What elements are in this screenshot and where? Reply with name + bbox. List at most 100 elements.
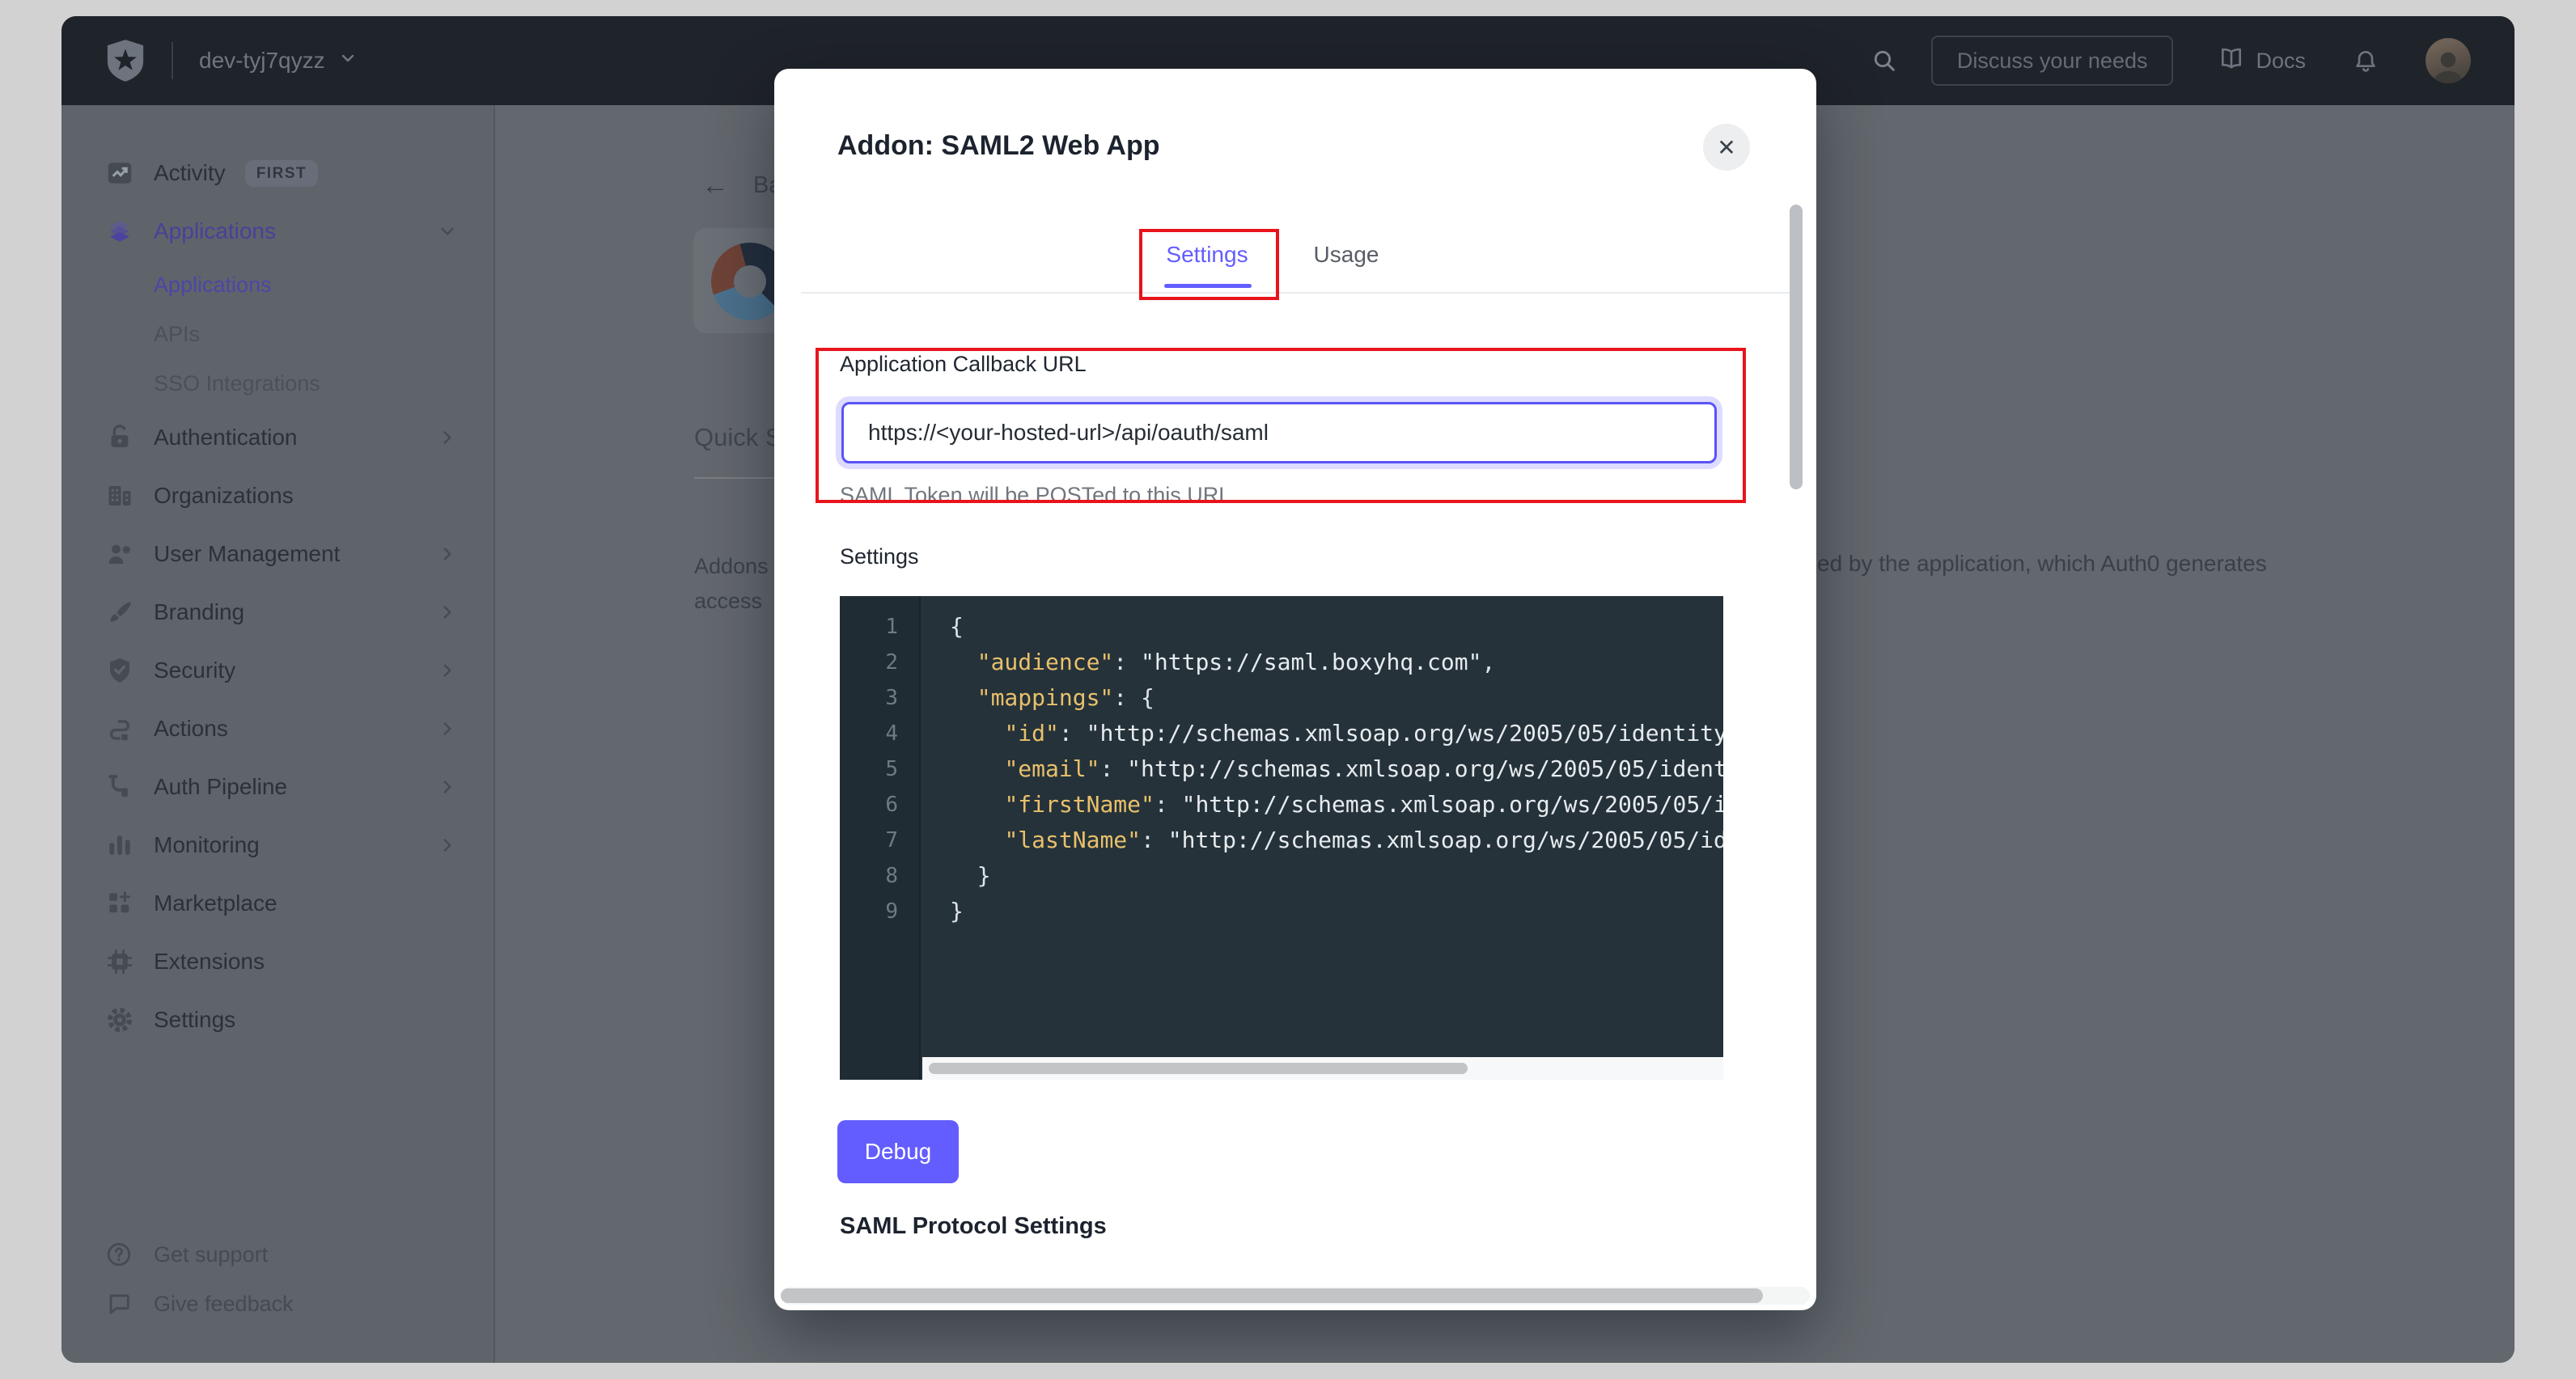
modal-horizontal-scrollbar-thumb[interactable]	[781, 1288, 1763, 1303]
chevron-right-icon	[437, 544, 458, 565]
callback-url-helper: SAML Token will be POSTed to this URL.	[840, 483, 1237, 508]
code-line: "email": "http://schemas.xmlsoap.org/ws/…	[950, 751, 1723, 787]
line-number: 3	[840, 680, 919, 716]
sidebar-item-auth-pipeline[interactable]: Auth Pipeline	[61, 758, 494, 816]
quick-start-heading: Quick S	[694, 423, 782, 452]
settings-icon	[105, 1005, 134, 1034]
sidebar-item-extensions[interactable]: Extensions	[61, 933, 494, 991]
sidebar-item-label: Security	[154, 658, 235, 683]
sidebar-item-label: Applications	[154, 218, 276, 244]
line-number: 6	[840, 787, 919, 823]
tenant-name: dev-tyj7qyzz	[199, 48, 325, 74]
tab-usage[interactable]: Usage	[1302, 242, 1391, 268]
sidebar-item-label: Branding	[154, 599, 244, 625]
code-content: { "audience": "https://saml.boxyhq.com",…	[922, 596, 1723, 1057]
tenant-switcher[interactable]: dev-tyj7qyzz	[199, 48, 358, 74]
monitoring-icon	[105, 831, 134, 860]
modal-title: Addon: SAML2 Web App	[837, 130, 1160, 162]
get-support-icon	[105, 1241, 134, 1270]
notifications-bell-icon[interactable]	[2353, 48, 2379, 74]
sidebar-item-applications-sub[interactable]: Applications	[61, 260, 494, 310]
code-line: "lastName": "http://schemas.xmlsoap.org/…	[950, 823, 1723, 858]
sidebar-item-authentication[interactable]: Authentication	[61, 408, 494, 467]
sidebar-item-label: Activity	[154, 160, 226, 186]
saml-protocol-settings-heading: SAML Protocol Settings	[840, 1213, 1107, 1240]
chevron-right-icon	[437, 602, 458, 623]
sidebar-item-sso-integrations-sub[interactable]: SSO Integrations	[61, 359, 494, 408]
auth0-logo-icon[interactable]	[104, 39, 147, 82]
sidebar-item-apis-sub[interactable]: APIs	[61, 310, 494, 359]
close-icon[interactable]: ✕	[1703, 124, 1750, 171]
modal-vertical-scrollbar-thumb[interactable]	[1790, 205, 1803, 489]
sidebar-item-label: Marketplace	[154, 890, 278, 916]
sidebar-item-label: SSO Integrations	[154, 371, 320, 396]
user-avatar[interactable]	[2426, 38, 2471, 83]
line-number: 9	[840, 894, 919, 929]
sidebar-item-branding[interactable]: Branding	[61, 583, 494, 641]
auth-pipeline-icon	[105, 772, 134, 802]
organizations-icon	[105, 481, 134, 510]
user-management-icon	[105, 539, 134, 569]
settings-section-label: Settings	[840, 544, 919, 569]
discuss-your-needs-button[interactable]: Discuss your needs	[1931, 36, 2174, 86]
search-icon[interactable]	[1871, 48, 1897, 74]
code-line: }	[950, 858, 1723, 894]
sidebar-item-settings[interactable]: Settings	[61, 991, 494, 1049]
background-text-fragment: ed by the application, which Auth0 gener…	[1817, 551, 2267, 577]
sidebar-item-applications[interactable]: Applications	[61, 202, 494, 260]
code-editor[interactable]: 123456789 { "audience": "https://saml.bo…	[840, 596, 1723, 1080]
code-line: {	[950, 609, 1723, 645]
sidebar-item-actions[interactable]: Actions	[61, 700, 494, 758]
sidebar-item-label: Applications	[154, 273, 272, 298]
give-feedback-icon	[105, 1290, 134, 1319]
authentication-icon	[105, 423, 134, 452]
line-number: 5	[840, 751, 919, 787]
sidebar-item-security[interactable]: Security	[61, 641, 494, 700]
app-window: dev-tyj7qyzz Discuss your needs Docs	[61, 16, 2515, 1363]
sidebar-item-label: Organizations	[154, 483, 294, 509]
chevron-down-icon	[437, 221, 458, 242]
docs-link[interactable]: Docs	[2218, 45, 2306, 77]
tab-settings[interactable]: Settings	[1155, 242, 1260, 268]
chevron-right-icon	[437, 718, 458, 739]
docs-label: Docs	[2256, 49, 2306, 74]
sidebar-item-label: APIs	[154, 322, 200, 347]
line-number: 4	[840, 716, 919, 751]
callback-url-input[interactable]	[841, 402, 1717, 463]
sidebar-item-get-support[interactable]: Get support	[61, 1230, 494, 1280]
sidebar-item-organizations[interactable]: Organizations	[61, 467, 494, 525]
sidebar-item-label: Give feedback	[154, 1292, 294, 1317]
active-tab-underline	[1164, 284, 1252, 288]
sidebar-item-label: Settings	[154, 1007, 235, 1033]
editor-scrollbar-thumb[interactable]	[929, 1063, 1468, 1074]
tabs-divider	[801, 292, 1790, 294]
security-icon	[105, 656, 134, 685]
navbar-separator	[172, 42, 173, 79]
sidebar-item-label: Actions	[154, 716, 228, 742]
sidebar-item-marketplace[interactable]: Marketplace	[61, 874, 494, 933]
editor-horizontal-scrollbar[interactable]	[922, 1057, 1723, 1080]
sidebar-item-user-management[interactable]: User Management	[61, 525, 494, 583]
extensions-icon	[105, 947, 134, 976]
chevron-down-icon	[338, 48, 358, 74]
sidebar-nav-list: ActivityFIRST Applications Applications API…	[61, 144, 494, 1049]
sidebar-footer: Get support Give feedback	[61, 1230, 494, 1329]
marketplace-icon	[105, 889, 134, 918]
chevron-right-icon	[437, 835, 458, 856]
sidebar-item-label: Monitoring	[154, 832, 260, 858]
line-number-gutter: 123456789	[840, 596, 921, 1080]
back-arrow-icon: ←	[701, 171, 729, 199]
sidebar-item-give-feedback[interactable]: Give feedback	[61, 1280, 494, 1329]
sidebar-item-monitoring[interactable]: Monitoring	[61, 816, 494, 874]
line-number: 1	[840, 609, 919, 645]
applications-icon	[105, 217, 134, 246]
code-line: "mappings": {	[950, 680, 1723, 716]
sidebar-item-activity[interactable]: ActivityFIRST	[61, 144, 494, 202]
chevron-right-icon	[437, 427, 458, 448]
debug-button[interactable]: Debug	[837, 1120, 959, 1183]
activity-icon	[105, 159, 134, 188]
code-line: "firstName": "http://schemas.xmlsoap.org…	[950, 787, 1723, 823]
addon-saml2-modal: Addon: SAML2 Web App ✕ Settings Usage Ap…	[774, 69, 1816, 1310]
sidebar-item-label: Extensions	[154, 949, 265, 975]
sidebar-item-label: Get support	[154, 1242, 268, 1267]
